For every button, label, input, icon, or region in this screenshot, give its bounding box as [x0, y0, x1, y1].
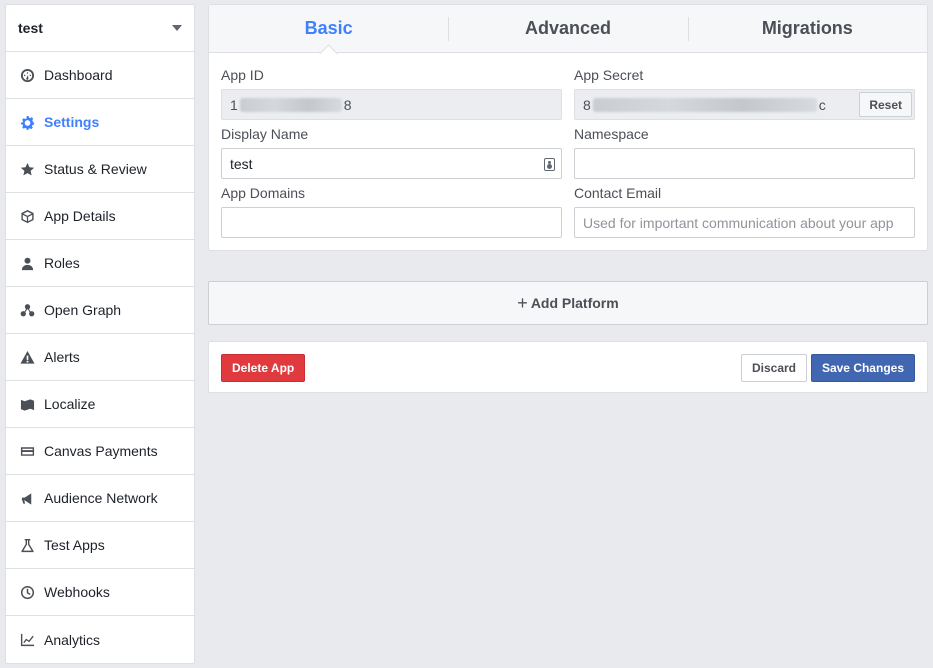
sidebar-item-label: Status & Review [44, 161, 147, 177]
app-domains-label: App Domains [221, 185, 306, 201]
sidebar-item-label: Roles [44, 255, 80, 271]
sidebar-item-roles[interactable]: Roles [6, 240, 194, 287]
sidebar-item-test-apps[interactable]: Test Apps [6, 522, 194, 569]
settings-form: App ID 1 8 App Secret 8 c Reset Display … [209, 53, 927, 250]
sidebar-item-alerts[interactable]: Alerts [6, 334, 194, 381]
display-name-label: Display Name [221, 126, 309, 142]
star-icon [18, 160, 36, 178]
display-name-value: test [230, 155, 253, 172]
namespace-label: Namespace [574, 126, 649, 142]
sidebar-item-label: Test Apps [44, 537, 105, 553]
add-platform-label: Add Platform [530, 295, 619, 311]
sidebar-item-open-graph[interactable]: Open Graph [6, 287, 194, 334]
clock-icon [18, 583, 36, 601]
dashboard-icon [18, 66, 36, 84]
redacted-blur [239, 97, 342, 112]
sidebar-item-label: Alerts [44, 349, 80, 365]
settings-tabs: Basic Advanced Migrations [209, 5, 927, 53]
sidebar-item-label: Dashboard [44, 67, 113, 83]
app-secret-value-end: c [818, 96, 826, 113]
app-secret-input[interactable]: 8 c Reset [574, 89, 915, 120]
sidebar-item-analytics[interactable]: Analytics [6, 616, 194, 663]
discard-button[interactable]: Discard [740, 354, 807, 382]
sidebar-item-label: Settings [44, 114, 100, 130]
contact-card-icon[interactable] [544, 158, 555, 171]
app-domains-field: App Domains [221, 185, 562, 238]
cube-icon [18, 207, 36, 225]
sidebar-item-label: Webhooks [44, 584, 110, 600]
app-secret-value-start: 8 [583, 96, 591, 113]
app-secret-field: App Secret 8 c Reset [574, 67, 915, 120]
sidebar-item-label: Canvas Payments [44, 443, 158, 459]
app-secret-label: App Secret [574, 67, 644, 83]
credit-card-icon [18, 442, 36, 460]
sidebar-item-dashboard[interactable]: Dashboard [6, 52, 194, 99]
app-id-value-end: 8 [343, 96, 352, 113]
app-selector[interactable]: test [6, 5, 194, 52]
sidebar-item-label: Localize [44, 396, 96, 412]
actions-bar: Delete App Discard Save Changes [208, 341, 928, 393]
tab-basic[interactable]: Basic [209, 5, 448, 52]
sidebar: test Dashboard Settings Status & Review … [5, 4, 195, 664]
contact-email-label: Contact Email [574, 185, 662, 201]
tab-advanced[interactable]: Advanced [448, 5, 687, 52]
chart-icon [18, 631, 36, 649]
sidebar-item-label: Audience Network [44, 490, 158, 506]
person-icon [18, 254, 36, 272]
sidebar-item-canvas-payments[interactable]: Canvas Payments [6, 428, 194, 475]
redacted-blur [592, 97, 817, 112]
sidebar-item-app-details[interactable]: App Details [6, 193, 194, 240]
sidebar-item-localize[interactable]: Localize [6, 381, 194, 428]
contact-email-placeholder: Used for important communication about y… [583, 214, 894, 231]
namespace-input[interactable] [574, 148, 915, 179]
app-domains-input[interactable] [221, 207, 562, 238]
sidebar-item-status-review[interactable]: Status & Review [6, 146, 194, 193]
tab-migrations[interactable]: Migrations [687, 5, 927, 52]
reset-secret-button[interactable]: Reset [859, 92, 912, 117]
display-name-field: Display Name test [221, 126, 562, 179]
graph-icon [18, 301, 36, 319]
gear-icon [18, 113, 36, 131]
app-id-field: App ID 1 8 [221, 67, 562, 120]
contact-email-field: Contact Email Used for important communi… [574, 185, 915, 238]
warning-icon [18, 348, 36, 366]
app-name: test [18, 20, 43, 36]
namespace-field: Namespace [574, 126, 915, 179]
sidebar-item-label: Analytics [44, 631, 101, 648]
app-id-value-start: 1 [230, 96, 238, 113]
basic-settings-card: Basic Advanced Migrations App ID 1 8 App… [208, 4, 928, 251]
add-platform-button[interactable]: + Add Platform [208, 281, 928, 325]
app-id-input[interactable]: 1 8 [221, 89, 562, 120]
flask-icon [18, 536, 36, 554]
sidebar-item-label: App Details [44, 208, 116, 224]
map-icon [18, 395, 36, 413]
sidebar-item-webhooks[interactable]: Webhooks [6, 569, 194, 616]
sidebar-item-audience-network[interactable]: Audience Network [6, 475, 194, 522]
contact-email-input[interactable]: Used for important communication about y… [574, 207, 915, 238]
megaphone-icon [18, 489, 36, 507]
sidebar-item-label: Open Graph [44, 302, 122, 318]
display-name-input[interactable]: test [221, 148, 562, 179]
plus-icon: + [517, 292, 528, 313]
sidebar-item-settings[interactable]: Settings [6, 99, 194, 146]
chevron-down-icon[interactable] [172, 25, 182, 31]
save-changes-button[interactable]: Save Changes [810, 354, 915, 382]
app-id-label: App ID [221, 67, 264, 83]
delete-app-button[interactable]: Delete App [221, 354, 306, 382]
